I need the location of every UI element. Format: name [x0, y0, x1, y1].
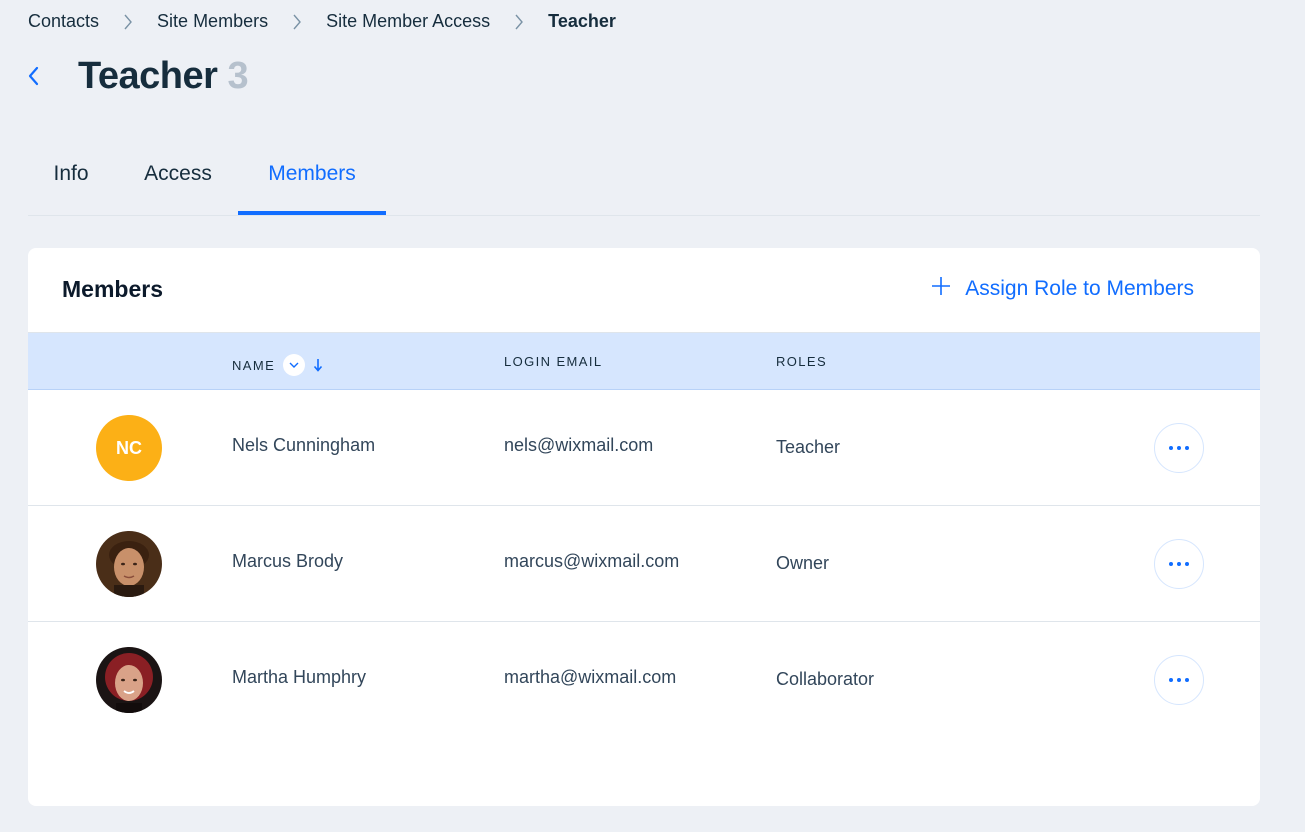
breadcrumb: Contacts Site Members Site Member Access…	[28, 8, 616, 34]
breadcrumb-contacts[interactable]: Contacts	[28, 11, 99, 32]
more-horizontal-icon[interactable]	[1154, 655, 1204, 705]
column-name: NAME	[232, 354, 323, 376]
chevron-down-icon[interactable]	[283, 354, 306, 376]
card-header: Members Assign Role to Members	[28, 248, 1260, 333]
breadcrumb-teacher: Teacher	[548, 10, 616, 31]
member-role: Collaborator	[776, 669, 875, 689]
breadcrumb-site-members[interactable]: Site Members	[157, 11, 268, 32]
more-horizontal-icon[interactable]	[1154, 423, 1204, 473]
more-horizontal-icon[interactable]	[1154, 539, 1204, 589]
member-email: marcus@wixmail.com	[504, 551, 680, 571]
plus-icon	[931, 276, 965, 302]
member-name: Martha Humphry	[232, 667, 367, 687]
members-card: Members Assign Role to Members NAME LOGI…	[28, 248, 1260, 806]
table-header: NAME LOGIN EMAIL ROLES	[28, 333, 1260, 390]
card-title: Members	[62, 276, 163, 302]
table-row[interactable]: Marcus Brody marcus@wixmail.com Owner	[28, 506, 1260, 622]
tab-access[interactable]: Access	[134, 145, 222, 213]
member-name: Nels Cunningham	[232, 435, 376, 455]
table-row[interactable]: NC Nels Cunningham nels@wixmail.com Teac…	[28, 390, 1260, 506]
tab-info[interactable]: Info	[40, 145, 102, 213]
member-count: 3	[227, 54, 249, 97]
assign-role-label: Assign Role to Members	[965, 277, 1194, 300]
table-row[interactable]: Martha Humphry martha@wixmail.com Collab…	[28, 622, 1260, 737]
page-title: Teacher	[78, 54, 218, 97]
member-email: nels@wixmail.com	[504, 435, 654, 455]
chevron-right-icon	[490, 11, 548, 32]
avatar	[96, 531, 162, 597]
column-roles: ROLES	[776, 354, 828, 369]
column-login-email: LOGIN EMAIL	[504, 354, 603, 369]
breadcrumb-site-member-access[interactable]: Site Member Access	[326, 11, 490, 32]
arrow-down-icon[interactable]	[313, 358, 323, 372]
member-name: Marcus Brody	[232, 551, 344, 571]
assign-role-button[interactable]: Assign Role to Members	[931, 276, 1194, 302]
avatar	[96, 647, 162, 713]
tab-members[interactable]: Members	[238, 145, 386, 215]
chevron-right-icon	[268, 11, 326, 32]
chevron-left-icon[interactable]	[26, 64, 50, 88]
column-name-label: NAME	[232, 357, 276, 373]
member-role: Teacher	[776, 437, 841, 457]
member-role: Owner	[776, 553, 830, 573]
avatar: NC	[96, 415, 162, 481]
member-email: martha@wixmail.com	[504, 667, 677, 687]
page-header: Teacher 3	[26, 50, 249, 102]
chevron-right-icon	[99, 11, 157, 32]
tab-bar: Info Access Members	[28, 145, 1260, 216]
